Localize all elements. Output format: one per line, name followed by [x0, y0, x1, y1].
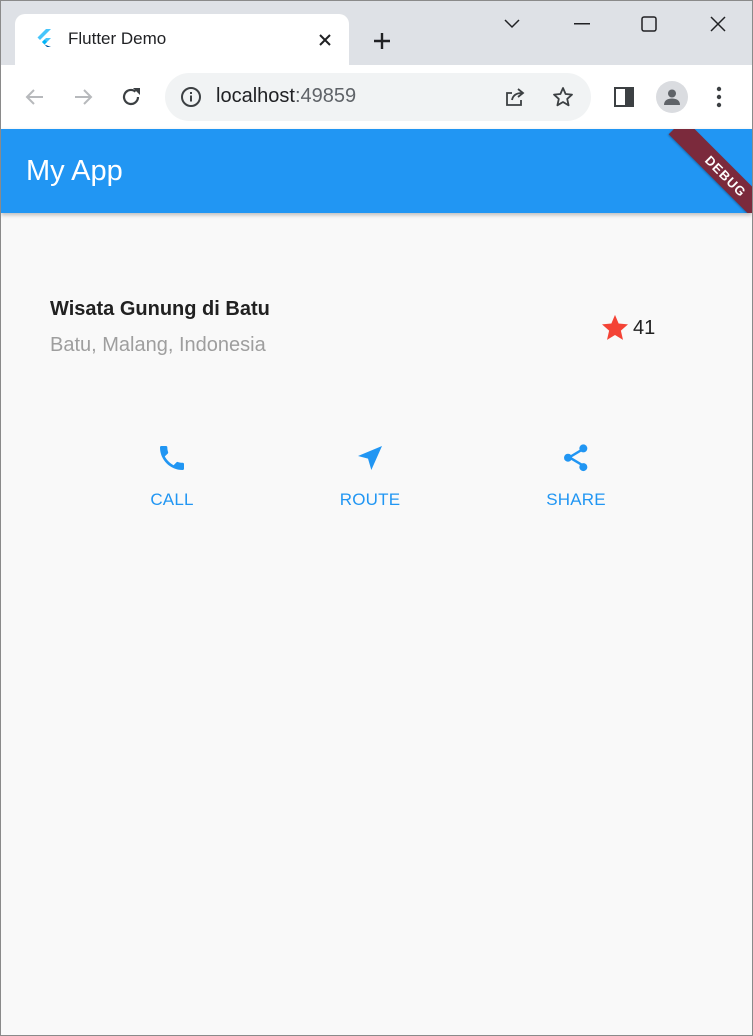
- arrow-left-icon: [25, 89, 43, 105]
- close-window-icon: [710, 16, 726, 32]
- share-button[interactable]: SHARE: [516, 441, 636, 517]
- debug-banner-label: DEBUG: [702, 152, 750, 200]
- close-icon[interactable]: [313, 28, 337, 52]
- call-label: CALL: [150, 490, 194, 509]
- profile-button[interactable]: [656, 81, 688, 113]
- tab-strip: Flutter Demo: [1, 1, 752, 65]
- phone-icon: [155, 441, 189, 475]
- route-label: ROUTE: [339, 490, 401, 509]
- url-port: :49859: [294, 85, 357, 107]
- back-button[interactable]: [19, 81, 51, 113]
- side-panel-button[interactable]: [608, 81, 640, 113]
- browser-toolbar: localhost:49859: [1, 65, 752, 129]
- forward-button[interactable]: [67, 81, 99, 113]
- rating: 41: [600, 313, 655, 343]
- plus-icon: [374, 33, 390, 49]
- side-panel-icon: [614, 87, 634, 107]
- action-buttons: CALL ROUTE SHARE: [1, 441, 752, 521]
- place-location: Batu, Malang, Indonesia: [50, 334, 266, 356]
- vertical-dots-icon: [716, 86, 722, 108]
- arrow-right-icon: [75, 89, 93, 105]
- menu-button[interactable]: [703, 81, 735, 113]
- place-title-section: Wisata Gunung di Batu Batu, Malang, Indo…: [50, 298, 670, 368]
- star-outline-icon[interactable]: [551, 85, 575, 109]
- new-tab-button[interactable]: [367, 26, 397, 56]
- page-title: My App: [26, 155, 123, 187]
- tab-title: Flutter Demo: [68, 29, 167, 48]
- address-bar[interactable]: localhost:49859: [165, 73, 591, 121]
- reload-button[interactable]: [115, 81, 147, 113]
- flutter-logo-icon: [35, 29, 53, 49]
- star-icon[interactable]: [600, 313, 630, 343]
- tab-flutter-demo[interactable]: Flutter Demo: [15, 14, 349, 65]
- chevron-down-icon: [504, 19, 520, 29]
- reload-icon: [122, 88, 140, 106]
- app-bar: My App DEBUG: [1, 129, 752, 213]
- share-label: SHARE: [546, 490, 606, 509]
- route-button[interactable]: ROUTE: [310, 441, 430, 517]
- share-page-icon[interactable]: [503, 85, 527, 109]
- debug-banner: DEBUG: [668, 129, 752, 213]
- call-button[interactable]: CALL: [112, 441, 232, 517]
- minimize-button[interactable]: [559, 7, 605, 41]
- navigation-icon: [353, 441, 387, 475]
- maximize-button[interactable]: [626, 7, 672, 41]
- info-icon[interactable]: [179, 85, 203, 109]
- close-window-button[interactable]: [695, 7, 741, 41]
- url-host: localhost: [216, 85, 295, 107]
- browser-window: Flutter Demo localhost:49859 My App DEBU…: [0, 0, 753, 1036]
- place-name: Wisata Gunung di Batu: [50, 298, 270, 320]
- maximize-icon: [641, 16, 657, 32]
- person-icon: [664, 89, 680, 105]
- url-text: localhost:49859: [216, 85, 356, 108]
- tab-search-button[interactable]: [489, 7, 535, 41]
- rating-count: 41: [633, 316, 656, 339]
- minimize-icon: [574, 23, 590, 25]
- share-icon: [559, 441, 593, 475]
